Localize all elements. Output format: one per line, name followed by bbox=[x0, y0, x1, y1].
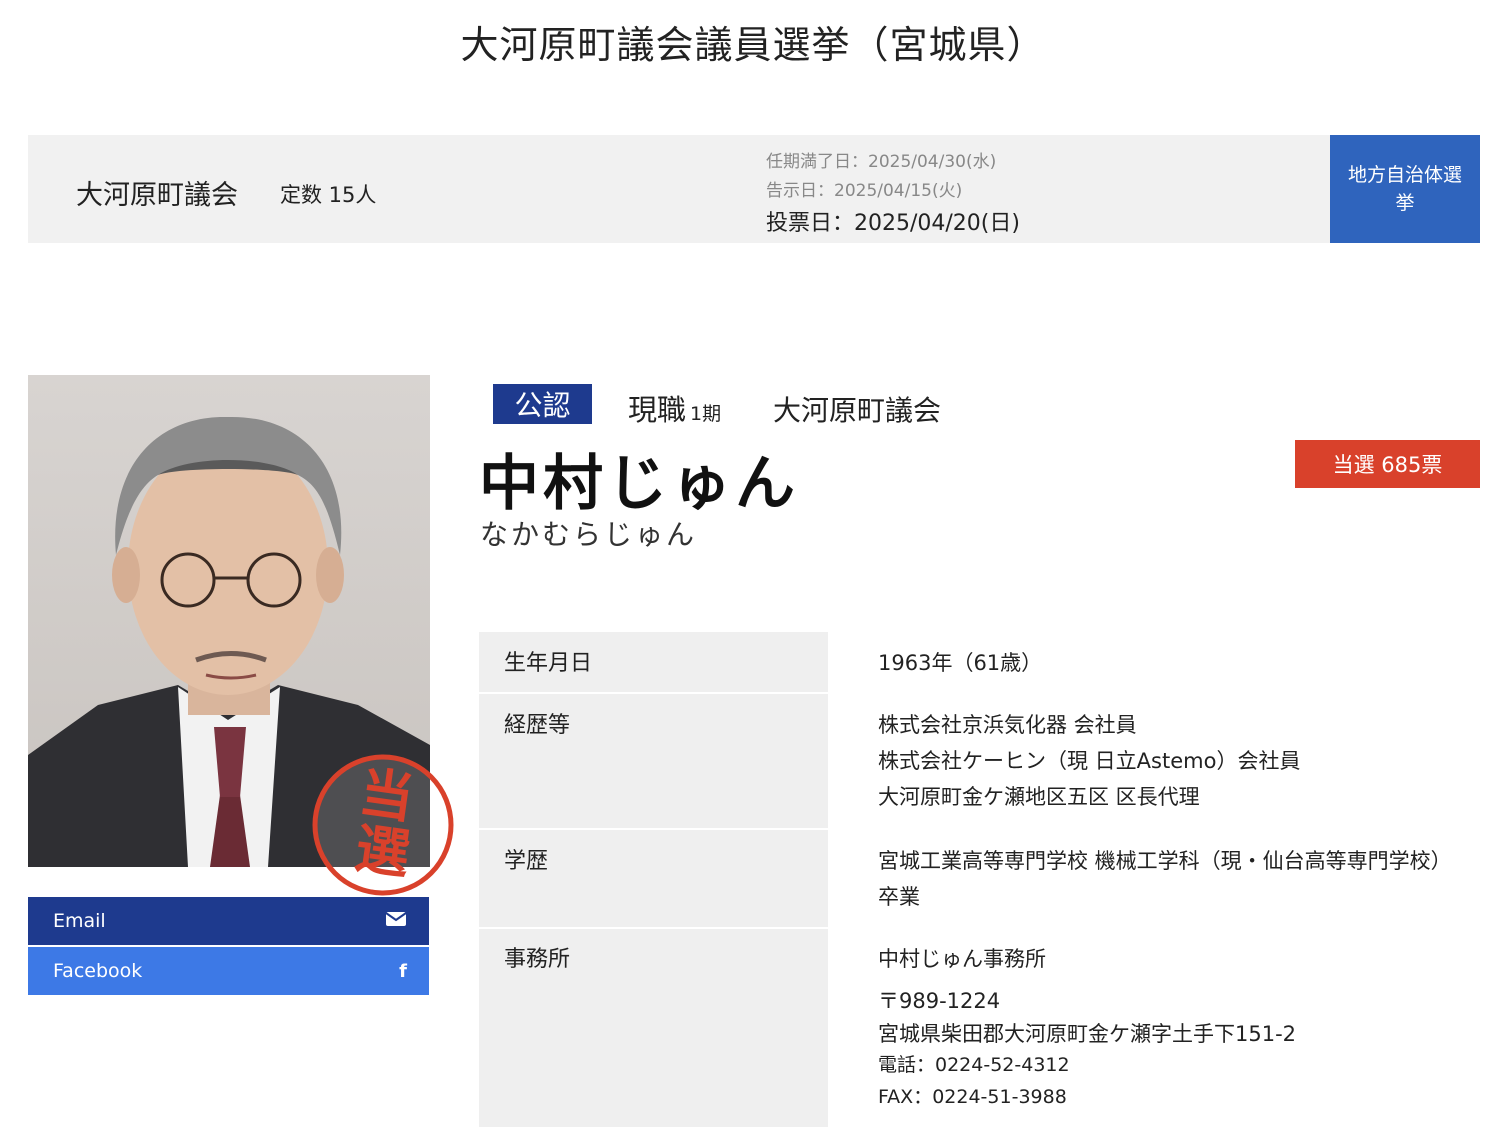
facebook-button[interactable]: Facebook f bbox=[28, 947, 429, 995]
result-badge: 当選 685票 bbox=[1295, 440, 1480, 488]
email-label: Email bbox=[53, 910, 106, 932]
education-text: 宮城工業高等専門学校 機械工学科（現・仙台高等専門学校）卒業 bbox=[878, 849, 1442, 909]
candidate-name: 中村じゅん bbox=[479, 449, 799, 519]
page-title: 大河原町議会議員選挙（宮城県） bbox=[460, 23, 1046, 67]
birth-label: 生年月日 bbox=[479, 632, 828, 692]
office-postal: 〒989-1224 bbox=[878, 989, 1001, 1013]
office-name: 中村じゅん事務所 bbox=[878, 947, 1046, 971]
profile-row-education: 学歴 宮城工業高等専門学校 機械工学科（現・仙台高等専門学校）卒業 bbox=[479, 830, 1480, 929]
candidate-kana: なかむらじゅん bbox=[480, 518, 698, 551]
profile-row-career: 経歴等 株式会社京浜気化器 会社員 株式会社ケーヒン（現 日立Astemo）会社… bbox=[479, 694, 1480, 830]
career-label: 経歴等 bbox=[479, 694, 828, 828]
assembly-name: 大河原町議会 bbox=[76, 180, 238, 211]
office-label: 事務所 bbox=[479, 929, 828, 1127]
profile-row-birth: 生年月日 1963年（61歳） bbox=[479, 632, 1480, 694]
incumbent-status: 現職 1期 bbox=[628, 387, 721, 429]
constituency: 大河原町議会 bbox=[773, 394, 942, 427]
svg-text:選: 選 bbox=[351, 817, 413, 887]
term-count: 1期 bbox=[690, 403, 722, 425]
office-fax: FAX：0224-51-3988 bbox=[878, 1086, 1067, 1108]
office-address: 宮城県柴田郡大河原町金ケ瀬字土手下151-2 bbox=[878, 1022, 1297, 1046]
office-value: 中村じゅん事務所 〒989-1224 宮城県柴田郡大河原町金ケ瀬字土手下151-… bbox=[828, 929, 1480, 1127]
election-info-bar: 大河原町議会 定数 15人 任期満了日：2025/04/30(水) 告示日：20… bbox=[28, 135, 1480, 243]
career-line: 株式会社京浜気化器 会社員 bbox=[878, 713, 1137, 737]
facebook-label: Facebook bbox=[53, 960, 143, 982]
profile-table: 生年月日 1963年（61歳） 経歴等 株式会社京浜気化器 会社員 株式会社ケー… bbox=[479, 632, 1480, 1129]
sns-links: Email Facebook f bbox=[28, 897, 429, 997]
seat-count: 定数 15人 bbox=[280, 183, 377, 207]
birth-value: 1963年（61歳） bbox=[878, 651, 1043, 675]
office-phone: 電話：0224-52-4312 bbox=[878, 1054, 1070, 1076]
notice-date: 告示日：2025/04/15(火) bbox=[766, 181, 963, 201]
vote-date: 投票日：2025/04/20(日) bbox=[766, 211, 1020, 236]
elected-stamp-icon: 当 選 bbox=[312, 754, 454, 896]
education-value: 宮城工業高等専門学校 機械工学科（現・仙台高等専門学校）卒業 bbox=[828, 830, 1480, 927]
term-end-date: 任期満了日：2025/04/30(水) bbox=[766, 152, 997, 172]
profile-row-office: 事務所 中村じゅん事務所 〒989-1224 宮城県柴田郡大河原町金ケ瀬字土手下… bbox=[479, 929, 1480, 1129]
official-endorsement-badge: 公認 bbox=[493, 384, 592, 424]
envelope-icon bbox=[385, 911, 407, 932]
career-line: 大河原町金ケ瀬地区五区 区長代理 bbox=[878, 785, 1200, 809]
status-text: 現職 bbox=[628, 393, 687, 427]
career-line: 株式会社ケーヒン（現 日立Astemo）会社員 bbox=[878, 749, 1301, 773]
local-election-category-button[interactable]: 地方自治体選挙 bbox=[1330, 135, 1480, 243]
facebook-f-icon: f bbox=[399, 960, 407, 982]
education-label: 学歴 bbox=[479, 830, 828, 927]
email-button[interactable]: Email bbox=[28, 897, 429, 945]
career-value: 株式会社京浜気化器 会社員 株式会社ケーヒン（現 日立Astemo）会社員 大河… bbox=[828, 694, 1480, 828]
